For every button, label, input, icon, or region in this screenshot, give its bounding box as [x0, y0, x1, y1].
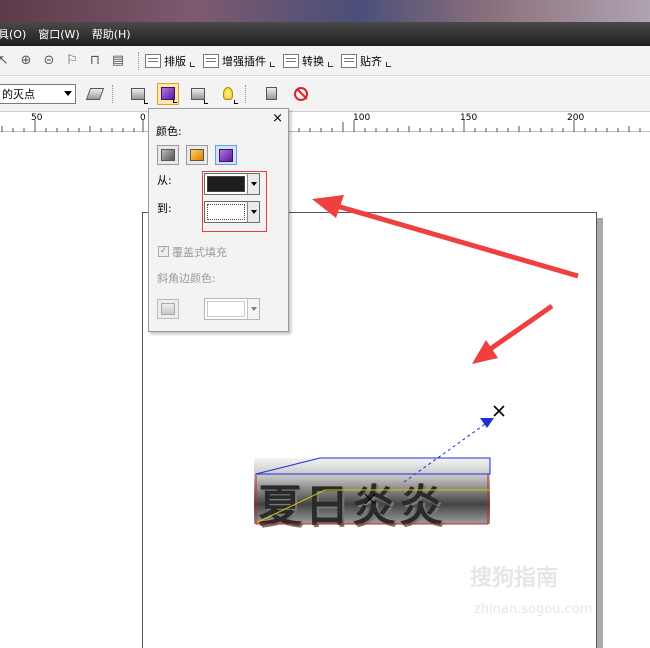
menu-help[interactable]: 帮助(H) — [92, 26, 139, 42]
bevel-icon — [191, 87, 205, 100]
bevel-use-extrude-color-button[interactable] — [157, 299, 179, 319]
layout-icon — [145, 53, 161, 68]
snap-label: 贴齐 — [360, 54, 382, 68]
flyout-corner-icon — [190, 62, 195, 67]
extrude-rotation-button[interactable] — [127, 83, 149, 105]
object-fill-icon — [161, 149, 175, 161]
menu-bar: 具(O) 窗口(W) 帮助(H) — [0, 22, 650, 46]
bevel-color-label: 斜角边颜色: — [157, 272, 216, 285]
to-label: 到: — [157, 202, 172, 215]
flyout-corner-icon — [328, 62, 333, 67]
toolbar-separator — [245, 84, 246, 103]
zoom-selection-icon[interactable]: ⚐ — [63, 52, 81, 70]
bevel-color-picker[interactable] — [204, 298, 260, 320]
zoom-in-icon[interactable]: ⊕ — [17, 52, 35, 70]
chevron-down-icon — [64, 91, 72, 96]
flyout-corner-icon — [234, 99, 238, 104]
standard-toolbar: ↖ ⊕ ⊝ ⚐ ⊓ ▤ 排版 增强插件 转换 贴齐 — [0, 46, 650, 76]
ruler-ticks — [1, 120, 641, 132]
convert-button[interactable]: 转换 — [283, 53, 333, 69]
ruler-label-50: 50 — [31, 113, 43, 123]
flyout-corner-icon — [386, 62, 391, 67]
toolbar-separator — [138, 51, 139, 70]
from-label: 从: — [157, 174, 172, 187]
extrude-color-docker: × 颜色: 从: 到: ✓ 覆盖式填充 斜角边颜色: — [148, 108, 289, 332]
snap-button[interactable]: 贴齐 — [341, 53, 391, 69]
convert-label: 转换 — [302, 54, 324, 68]
highlight-box — [202, 171, 267, 232]
flyout-corner-icon — [204, 99, 208, 104]
use-object-fill-button[interactable] — [157, 145, 179, 165]
page-shadow — [597, 218, 603, 648]
lightbulb-icon — [223, 87, 233, 100]
extrude-bevel-button[interactable] — [187, 83, 209, 105]
ruler-label-150: 150 — [460, 113, 478, 123]
chevron-down-icon — [247, 299, 259, 319]
ruler-label-100: 100 — [353, 113, 371, 123]
extrude-color-button[interactable] — [157, 82, 179, 105]
ruler-label-0: 0 — [140, 113, 146, 123]
extruded-text-object[interactable]: 夏日炎炎 — [254, 458, 490, 532]
menu-tools[interactable]: 具(O) — [0, 26, 34, 42]
property-bar: 的灭点 — [0, 76, 650, 112]
horizontal-ruler[interactable]: 50 0 100 150 200 — [0, 112, 650, 132]
solid-fill-button[interactable] — [186, 145, 208, 165]
copy-properties-icon — [265, 87, 277, 100]
solid-fill-icon — [190, 149, 204, 161]
extrude-lighting-button[interactable] — [217, 83, 239, 105]
flyout-corner-icon — [173, 98, 177, 103]
clear-icon — [294, 86, 308, 101]
flyout-corner-icon — [270, 62, 275, 67]
zoom-out-icon[interactable]: ⊝ — [40, 52, 58, 70]
overlay-fill-checkbox[interactable]: ✓ — [158, 246, 169, 257]
vanishing-point-value: 的灭点 — [2, 87, 35, 101]
color-heading: 颜色: — [156, 125, 182, 138]
snap-icon — [341, 53, 357, 68]
vanishing-point-select[interactable]: 的灭点 — [0, 83, 76, 104]
vanishing-point-lock-button[interactable] — [84, 83, 106, 105]
watermark-text: 搜狗指南 — [470, 566, 559, 591]
extruded-text: 夏日炎炎 — [258, 481, 446, 532]
layout-button[interactable]: 排版 — [145, 53, 195, 69]
clear-extrude-button[interactable] — [290, 83, 312, 105]
zoom-all-icon[interactable]: ⊓ — [86, 52, 104, 70]
zoom-tool-icon[interactable]: ↖ — [0, 52, 12, 70]
copy-extrude-button[interactable] — [260, 83, 282, 105]
vanishing-lock-icon — [85, 87, 105, 100]
overlay-fill-label: 覆盖式填充 — [172, 246, 227, 259]
plugins-label: 增强插件 — [222, 54, 266, 68]
zoom-page-icon[interactable]: ▤ — [109, 52, 127, 70]
app-window: 具(O) 窗口(W) 帮助(H) ↖ ⊕ ⊝ ⚐ ⊓ ▤ 排版 增强插件 转换 … — [0, 0, 650, 648]
toolbar-separator — [112, 84, 113, 103]
desktop-background-strip — [0, 0, 650, 22]
watermark-url: zhinan.sogou.com — [474, 602, 593, 617]
flyout-corner-icon — [144, 99, 148, 104]
shade-fill-icon — [219, 148, 233, 162]
menu-window[interactable]: 窗口(W) — [38, 26, 87, 42]
shade-fill-button[interactable] — [215, 145, 237, 165]
convert-icon — [283, 53, 299, 68]
layout-label: 排版 — [164, 54, 186, 68]
bevel-color-icon — [161, 303, 175, 315]
plugins-button[interactable]: 增强插件 — [203, 53, 275, 69]
watermark-logo: 搜狗指南 — [470, 560, 558, 592]
rotation-icon — [131, 87, 145, 100]
ruler-label-200: 200 — [567, 113, 585, 123]
plugins-icon — [203, 53, 219, 68]
close-icon[interactable]: × — [272, 111, 283, 126]
bevel-color-swatch — [207, 301, 245, 317]
